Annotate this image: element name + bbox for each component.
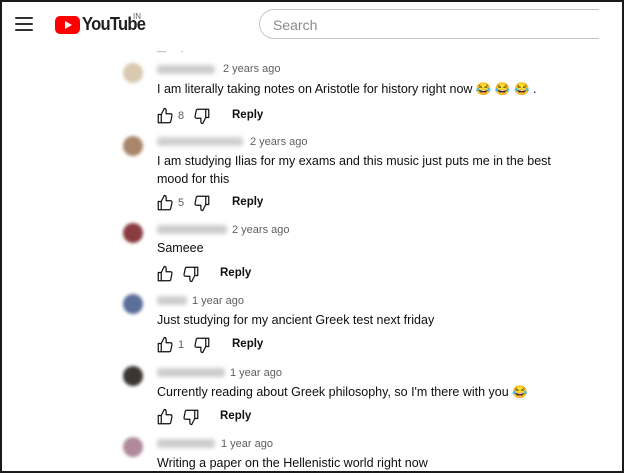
author-name-blurred[interactable] (157, 296, 187, 305)
masthead: YouTube IN Search (2, 2, 622, 46)
comment-text: Sameee (157, 241, 204, 255)
author-name-blurred[interactable] (157, 65, 215, 74)
thumbs-up-icon[interactable] (156, 107, 174, 125)
thumbs-down-icon[interactable] (182, 408, 200, 426)
comment-timestamp[interactable]: 1 year ago (230, 367, 282, 379)
author-name-blurred[interactable] (157, 225, 227, 234)
author-name-blurred[interactable] (157, 439, 215, 448)
comment-text: Just studying for my ancient Greek test … (157, 313, 435, 327)
search-placeholder: Search (273, 17, 318, 33)
thumbs-up-icon[interactable] (156, 194, 174, 212)
previous-comment-actions: — · (157, 46, 190, 56)
comment-text: Writing a paper on the Hellenistic world… (157, 456, 428, 470)
thumbs-down-icon[interactable] (193, 107, 211, 125)
reply-button[interactable]: Reply (220, 267, 251, 279)
reply-button[interactable]: Reply (232, 109, 263, 121)
region-code: IN (133, 12, 141, 21)
comment-timestamp[interactable]: 2 years ago (232, 224, 289, 236)
thumbs-up-icon[interactable] (156, 336, 174, 354)
comments-section: — · 2 years ago I am literally taking no… (2, 46, 622, 471)
thumbs-up-icon[interactable] (156, 408, 174, 426)
comment-timestamp[interactable]: 1 year ago (221, 438, 273, 450)
comment-text: Currently reading about Greek philosophy… (157, 385, 528, 399)
reply-button[interactable]: Reply (232, 338, 263, 350)
author-name-blurred[interactable] (157, 368, 225, 377)
comment-text: I am literally taking notes on Aristotle… (157, 82, 537, 96)
avatar[interactable] (123, 437, 143, 457)
comment-text: I am studying Ilias for my exams and thi… (157, 154, 551, 186)
author-name-blurred[interactable] (157, 137, 243, 146)
reply-button[interactable]: Reply (220, 410, 251, 422)
like-count: 8 (178, 110, 185, 122)
avatar[interactable] (123, 366, 143, 386)
youtube-play-icon (55, 15, 80, 34)
thumbs-down-icon[interactable] (193, 194, 211, 212)
comment-timestamp[interactable]: 2 years ago (223, 63, 280, 75)
comment-timestamp[interactable]: 1 year ago (192, 295, 244, 307)
like-count: 1 (178, 339, 185, 351)
screenshot-frame: YouTube IN Search — · 2 years ago I am l… (0, 0, 624, 473)
reply-button[interactable]: Reply (232, 196, 263, 208)
avatar[interactable] (123, 136, 143, 156)
thumbs-down-icon[interactable] (182, 265, 200, 283)
like-count: 5 (178, 197, 185, 209)
avatar[interactable] (123, 294, 143, 314)
thumbs-down-icon[interactable] (193, 336, 211, 354)
thumbs-up-icon[interactable] (156, 265, 174, 283)
avatar[interactable] (123, 223, 143, 243)
hamburger-menu-icon[interactable] (15, 17, 33, 31)
avatar[interactable] (123, 63, 143, 83)
comment-timestamp[interactable]: 2 years ago (250, 136, 307, 148)
search-input[interactable]: Search (259, 9, 599, 39)
